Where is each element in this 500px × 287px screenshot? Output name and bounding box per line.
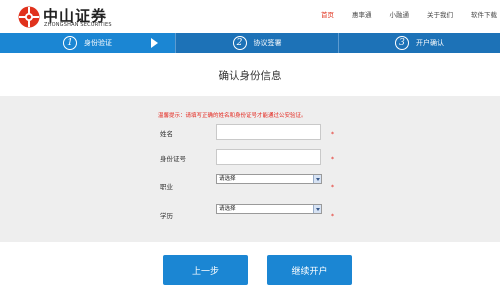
step-number: 3 [395, 36, 409, 50]
education-label: 学历 [160, 212, 173, 220]
step-number: 2 [232, 36, 247, 50]
occupation-label: 职业 [160, 183, 173, 191]
required-mark: * [331, 184, 334, 191]
step-agreement: 2 协议签署 [175, 33, 338, 53]
required-mark: * [331, 156, 334, 163]
step-label: 开户确认 [416, 39, 444, 47]
continue-button[interactable]: 继续开户 [267, 255, 352, 285]
previous-button[interactable]: 上一步 [163, 255, 248, 285]
notice-text: 温馨提示：请填写正确的姓名和身份证号才能通过公安验证。 [158, 113, 307, 119]
education-select-value: 请选择 [219, 206, 236, 212]
identity-form: 温馨提示：请填写正确的姓名和身份证号才能通过公安验证。 姓名 * 身份证号 * … [0, 96, 500, 242]
step-confirm: 3 开户确认 [338, 33, 500, 53]
nav-item-xiaorong[interactable]: 小融通 [390, 10, 410, 24]
step-number: 1 [63, 36, 77, 50]
required-mark: * [331, 213, 334, 220]
nav-item-about[interactable]: 关于我们 [427, 10, 453, 24]
occupation-select[interactable]: 请选择 [216, 174, 322, 184]
top-nav: 首页 惠率通 小融通 关于我们 软件下载 [303, 10, 500, 24]
id-number-input[interactable] [216, 149, 321, 165]
nav-item-huilv[interactable]: 惠率通 [352, 10, 372, 24]
zhongshan-logo-icon [18, 6, 40, 28]
name-label: 姓名 [160, 130, 173, 138]
chevron-down-icon[interactable] [313, 175, 321, 183]
name-input[interactable] [216, 124, 321, 140]
brand-name-en: ZHONGSHAN SECURITIES [44, 22, 112, 28]
required-mark: * [331, 131, 334, 138]
step-label: 身份验证 [84, 39, 112, 47]
progress-steps: 1 身份验证 2 协议签署 3 开户确认 [0, 33, 500, 53]
play-icon [151, 38, 158, 48]
step-identity: 1 身份验证 [0, 33, 175, 53]
nav-item-download[interactable]: 软件下载 [471, 10, 497, 24]
step-label: 协议签署 [253, 39, 282, 47]
education-select[interactable]: 请选择 [216, 204, 322, 214]
occupation-select-value: 请选择 [219, 176, 236, 182]
nav-item-home[interactable]: 首页 [321, 10, 334, 24]
chevron-down-icon[interactable] [313, 205, 321, 213]
page-title: 确认身份信息 [218, 70, 282, 82]
id-number-label: 身份证号 [160, 155, 186, 163]
header: 中山证券 ZHONGSHAN SECURITIES 首页 惠率通 小融通 关于我… [0, 0, 500, 32]
brand-logo[interactable]: 中山证券 ZHONGSHAN SECURITIES [18, 5, 118, 29]
